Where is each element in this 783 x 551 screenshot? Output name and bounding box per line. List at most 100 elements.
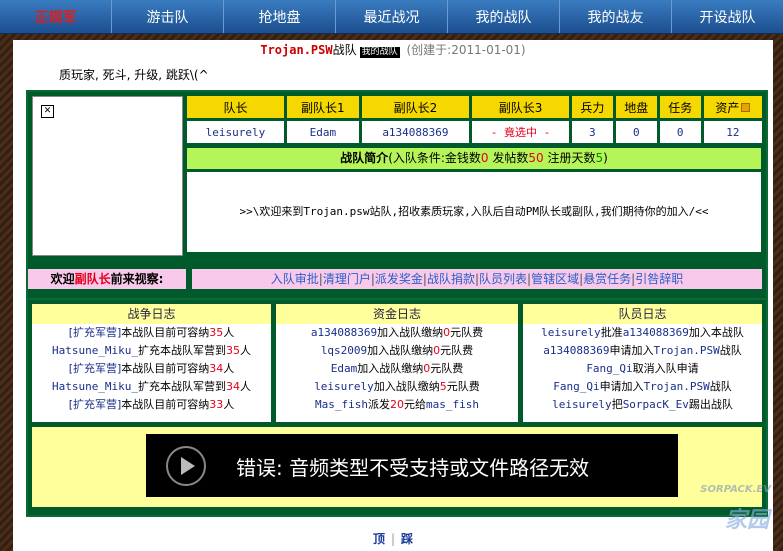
funds-log-num: 20 — [390, 398, 404, 411]
war-log-tag[interactable]: [扩充军营] — [69, 326, 122, 339]
assets-icon — [741, 102, 751, 112]
war-log-text: 扩充本战队军营到 — [138, 344, 227, 357]
war-log-num: 35 — [226, 344, 241, 357]
nav-brand[interactable]: 正规军 — [0, 0, 111, 33]
funds-log-user[interactable]: lqs2009 — [321, 344, 367, 357]
link-distribute-bonus[interactable]: 派发奖金 — [375, 272, 423, 286]
members-log-target[interactable]: a134088369 — [623, 326, 689, 339]
war-log-line: [扩充军营]本战队目前可容纳33人 — [32, 396, 271, 414]
stat-header-assets-label: 资产 — [715, 100, 740, 115]
members-log-line: leisurely批准a134088369加入本战队 — [523, 324, 762, 342]
link-member-list[interactable]: 队员列表 — [479, 272, 527, 286]
stat-header-vice2: 副队长2 — [361, 96, 470, 118]
watermark-text: SORPACK.EV — [700, 484, 771, 495]
link-purge-members[interactable]: 清理门户 — [323, 272, 371, 286]
top-nav: 正规军 游击队 抢地盘 最近战况 我的战队 我的战友 开设战队 — [0, 0, 783, 34]
intro-condition: (入队条件:金钱数 — [388, 151, 481, 165]
vote-up-link[interactable]: 顶 — [373, 532, 385, 546]
watermark-logo: 家园 — [724, 508, 769, 533]
funds-log-text: 加入战队缴纳 — [357, 362, 424, 375]
members-log-user[interactable]: leisurely — [552, 398, 612, 411]
funds-log-user[interactable]: leisurely — [314, 380, 374, 393]
stat-troops: 3 — [571, 121, 613, 143]
funds-log-line: Edam加入战队缴纳0元队费 — [276, 360, 518, 378]
team-badge: 我的战队 — [359, 47, 400, 58]
nav-item-create-team[interactable]: 开设战队 — [671, 0, 783, 33]
intro-posts: 50 — [528, 151, 544, 165]
intro-posts-label: 发帖数 — [488, 151, 529, 165]
members-log-line: Fang_Qi申请加入Trojan.PSW战队 — [523, 378, 762, 396]
link-team-donation[interactable]: 战队捐款 — [427, 272, 475, 286]
war-log-text: 扩充本战队军营到 — [138, 380, 227, 393]
war-log-line: Hatsune_Miku_扩充本战队军营到35人 — [32, 342, 271, 360]
vote-down-link[interactable]: 踩 — [401, 532, 413, 546]
funds-log-num: 5 — [439, 380, 447, 393]
nav-item-my-team[interactable]: 我的战队 — [447, 0, 559, 33]
stat-vice2[interactable]: a134088369 — [361, 121, 470, 143]
funds-log-user[interactable]: a134088369 — [311, 326, 377, 339]
welcome-prefix: 欢迎 — [50, 272, 75, 286]
broken-image-icon: ✕ — [41, 105, 54, 118]
members-log-text: 申请加入 — [609, 344, 654, 357]
funds-log-unit: 元队费 — [440, 344, 474, 357]
stat-header-assets: 资产 — [703, 96, 762, 118]
intro-days: 5 — [595, 151, 604, 165]
war-log: 战争日志 [扩充军营]本战队目前可容纳35人 Hatsune_Miku_扩充本战… — [32, 304, 271, 422]
link-bounty-tasks[interactable]: 悬赏任务 — [583, 272, 631, 286]
war-log-title: 战争日志 — [32, 304, 271, 324]
audio-error-message: 错误: 音频类型不受支持或文件路径无效 — [236, 456, 590, 480]
war-log-user[interactable]: Hatsune_Miku_ — [52, 380, 138, 393]
war-log-tag[interactable]: [扩充军营] — [69, 398, 122, 411]
war-log-unit: 人 — [240, 344, 252, 357]
link-jurisdiction[interactable]: 管辖区域 — [531, 272, 579, 286]
members-log-tail: 踢出战队 — [688, 398, 733, 411]
team-name[interactable]: Trojan.PSW — [260, 43, 332, 57]
nav-item-my-comrades[interactable]: 我的战友 — [559, 0, 671, 33]
nav-item-territory[interactable]: 抢地盘 — [223, 0, 335, 33]
intro-money: 0 — [480, 151, 489, 165]
members-log-text: 批准 — [600, 326, 623, 339]
link-join-approval[interactable]: 入队审批 — [271, 272, 319, 286]
members-log-user[interactable]: leisurely — [541, 326, 601, 339]
members-log-target[interactable]: SorpacK_Ev — [623, 398, 689, 411]
funds-log-user[interactable]: Mas_fish — [315, 398, 368, 411]
members-log-text: 取消入队申请 — [632, 362, 699, 375]
funds-log-target[interactable]: mas_fish — [426, 398, 479, 411]
funds-log-unit: 元队费 — [430, 362, 464, 375]
members-log-user[interactable]: Fang_Qi — [586, 362, 632, 375]
stat-leader[interactable]: leisurely — [187, 121, 284, 143]
members-log-text: 把 — [611, 398, 623, 411]
stat-vice1[interactable]: Edam — [286, 121, 359, 143]
funds-log-text: 加入战队缴纳 — [373, 380, 440, 393]
members-log-target[interactable]: Trojan.PSW — [654, 344, 720, 357]
war-log-tag[interactable]: [扩充军营] — [69, 362, 122, 375]
stat-territory: 0 — [615, 121, 657, 143]
funds-log-user[interactable]: Edam — [331, 362, 358, 375]
stat-vice3: - 竟选中 - — [472, 121, 569, 143]
link-resign[interactable]: 引咎辞职 — [635, 272, 683, 286]
nav-item-recent-battles[interactable]: 最近战况 — [335, 0, 447, 33]
members-log-user[interactable]: a134088369 — [543, 344, 609, 357]
nav-item-guerrilla[interactable]: 游击队 — [111, 0, 223, 33]
intro-days-label: 注册天数 — [543, 151, 596, 165]
funds-log-text: 派发 — [368, 398, 390, 411]
intro-text: >>\欢迎来到Trojan.psw站队,招收素质玩家,入队后自动PM队长或副队,… — [187, 172, 761, 252]
site-watermark: SORPACK.EV 家园 — [591, 484, 781, 546]
war-log-line: [扩充军营]本战队目前可容纳34人 — [32, 360, 271, 378]
members-log-user[interactable]: Fang_Qi — [553, 380, 599, 393]
stat-header-tasks: 任务 — [659, 96, 701, 118]
funds-log-unit: 元队费 — [450, 326, 484, 339]
funds-log-title: 资金日志 — [276, 304, 518, 324]
members-log-target[interactable]: Trojan.PSW — [644, 380, 710, 393]
war-log-line: Hatsune_Miku_扩充本战队军营到34人 — [32, 378, 271, 396]
stat-header-troops: 兵力 — [571, 96, 613, 118]
members-log-tail: 加入本战队 — [688, 326, 744, 339]
team-suffix: 战队 — [332, 43, 357, 57]
funds-log-text: 加入战队缴纳 — [377, 326, 444, 339]
play-icon[interactable] — [166, 446, 206, 486]
war-log-user[interactable]: Hatsune_Miku_ — [52, 344, 138, 357]
welcome-role: 副队长 — [74, 272, 111, 286]
funds-log-unit: 元队费 — [446, 380, 480, 393]
stat-assets: 12 — [703, 121, 762, 143]
war-log-unit: 人 — [223, 398, 235, 411]
